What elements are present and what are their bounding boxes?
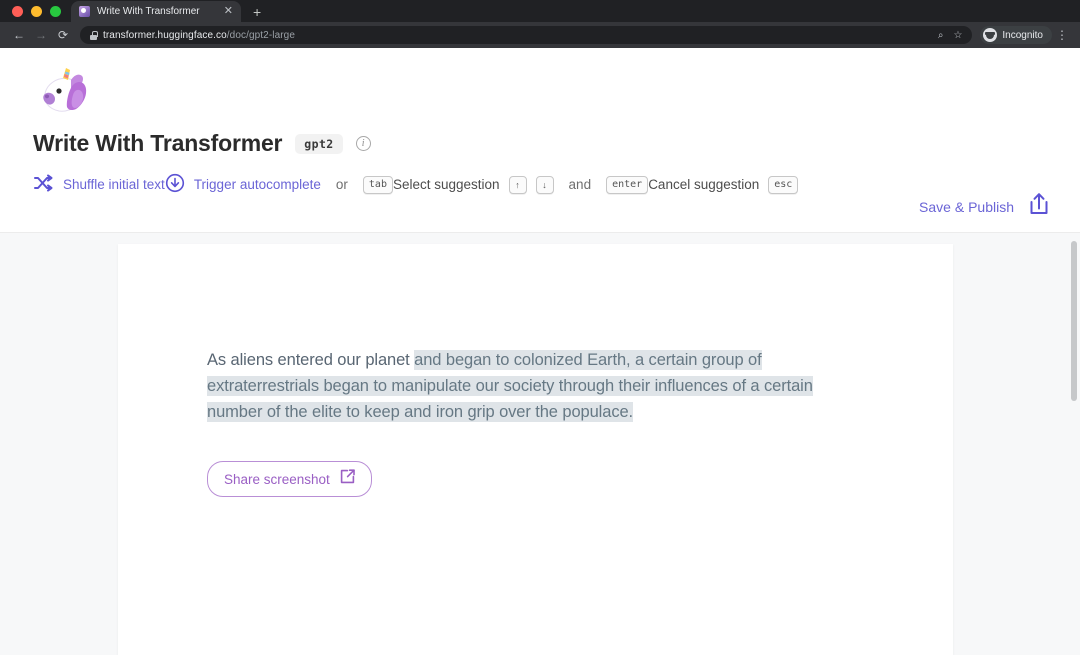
url-text: transformer.huggingface.co/doc/gpt2-larg… [103, 30, 295, 41]
search-icon[interactable]: ⌕ [938, 30, 944, 41]
profile-label: Incognito [1002, 29, 1043, 41]
share-screenshot-button[interactable]: Share screenshot [207, 461, 372, 497]
app-header: Write With Transformer gpt2 i Shuffle in… [0, 48, 1080, 233]
document-area: As aliens entered our planet and began t… [0, 233, 1080, 655]
app-title-row: Write With Transformer gpt2 i [33, 130, 1080, 157]
save-publish-button[interactable]: Save & Publish [919, 191, 1052, 222]
maximize-window-button[interactable] [50, 6, 61, 17]
info-icon[interactable]: i [355, 136, 371, 151]
bookmark-star-icon[interactable]: ☆ [953, 30, 962, 41]
shuffle-icon [33, 174, 54, 195]
url-path: /doc/gpt2-large [226, 29, 296, 41]
hint-label: Select suggestion [392, 177, 500, 192]
hint-cancel-suggestion: Cancel suggestion esc [648, 175, 799, 194]
external-link-icon [339, 468, 356, 490]
key-arrow-down: ↓ [535, 175, 554, 194]
address-bar[interactable]: transformer.huggingface.co/doc/gpt2-larg… [80, 26, 973, 44]
url-host: transformer.huggingface.co [103, 29, 227, 41]
save-publish-label: Save & Publish [919, 198, 1014, 215]
back-button[interactable]: ← [8, 24, 30, 46]
incognito-avatar-icon [983, 28, 998, 42]
editor-text[interactable]: As aliens entered our planet and began t… [207, 347, 865, 425]
vertical-scrollbar-thumb[interactable] [1071, 241, 1077, 401]
lock-icon [90, 30, 98, 40]
hint-or-text: or [335, 177, 348, 192]
unicorn-favicon-icon [79, 6, 90, 17]
share-upload-icon [1026, 191, 1052, 222]
hint-select-suggestion: Select suggestion ↑ ↓ and enter [392, 175, 649, 194]
page-content: Write With Transformer gpt2 i Shuffle in… [0, 48, 1080, 655]
key-tab: tab [362, 175, 393, 194]
hint-and-text: and [568, 177, 592, 192]
hint-label[interactable]: Trigger autocomplete [194, 177, 321, 192]
forward-button[interactable]: → [30, 24, 52, 46]
model-badge: gpt2 [295, 133, 343, 154]
browser-window: Write With Transformer ✕ + ← → ⟳ transfo… [0, 0, 1080, 655]
profile-incognito-chip[interactable]: Incognito [980, 26, 1052, 44]
key-enter: enter [606, 175, 649, 194]
close-tab-icon[interactable]: ✕ [224, 6, 233, 17]
key-arrow-up: ↑ [508, 175, 527, 194]
share-screenshot-label: Share screenshot [224, 471, 330, 487]
download-circle-icon [165, 173, 185, 196]
document-card: As aliens entered our planet and began t… [118, 244, 953, 655]
page-title: Write With Transformer [33, 130, 283, 156]
hint-label: Cancel suggestion [648, 177, 760, 192]
hint-label[interactable]: Shuffle initial text [63, 177, 165, 192]
unicorn-logo-icon [33, 64, 95, 126]
address-bar-actions: ⌕ ☆ [938, 30, 963, 41]
document-body: As aliens entered our planet and began t… [118, 244, 953, 497]
tab-strip: Write With Transformer ✕ + [0, 0, 1080, 22]
new-tab-button[interactable]: + [253, 5, 261, 22]
close-window-button[interactable] [12, 6, 23, 17]
browser-menu-icon[interactable]: ⋮ [1052, 29, 1072, 41]
hint-autocomplete[interactable]: Trigger autocomplete or tab [165, 173, 393, 196]
window-traffic-lights [8, 6, 71, 22]
key-esc: esc [768, 175, 799, 194]
hint-shuffle[interactable]: Shuffle initial text [33, 174, 165, 195]
browser-toolbar: ← → ⟳ transformer.huggingface.co/doc/gpt… [0, 22, 1080, 48]
browser-tab[interactable]: Write With Transformer ✕ [71, 1, 241, 22]
user-typed-text: As aliens entered our planet [207, 351, 415, 369]
tab-title: Write With Transformer [97, 6, 200, 17]
minimize-window-button[interactable] [31, 6, 42, 17]
reload-button[interactable]: ⟳ [52, 24, 74, 46]
